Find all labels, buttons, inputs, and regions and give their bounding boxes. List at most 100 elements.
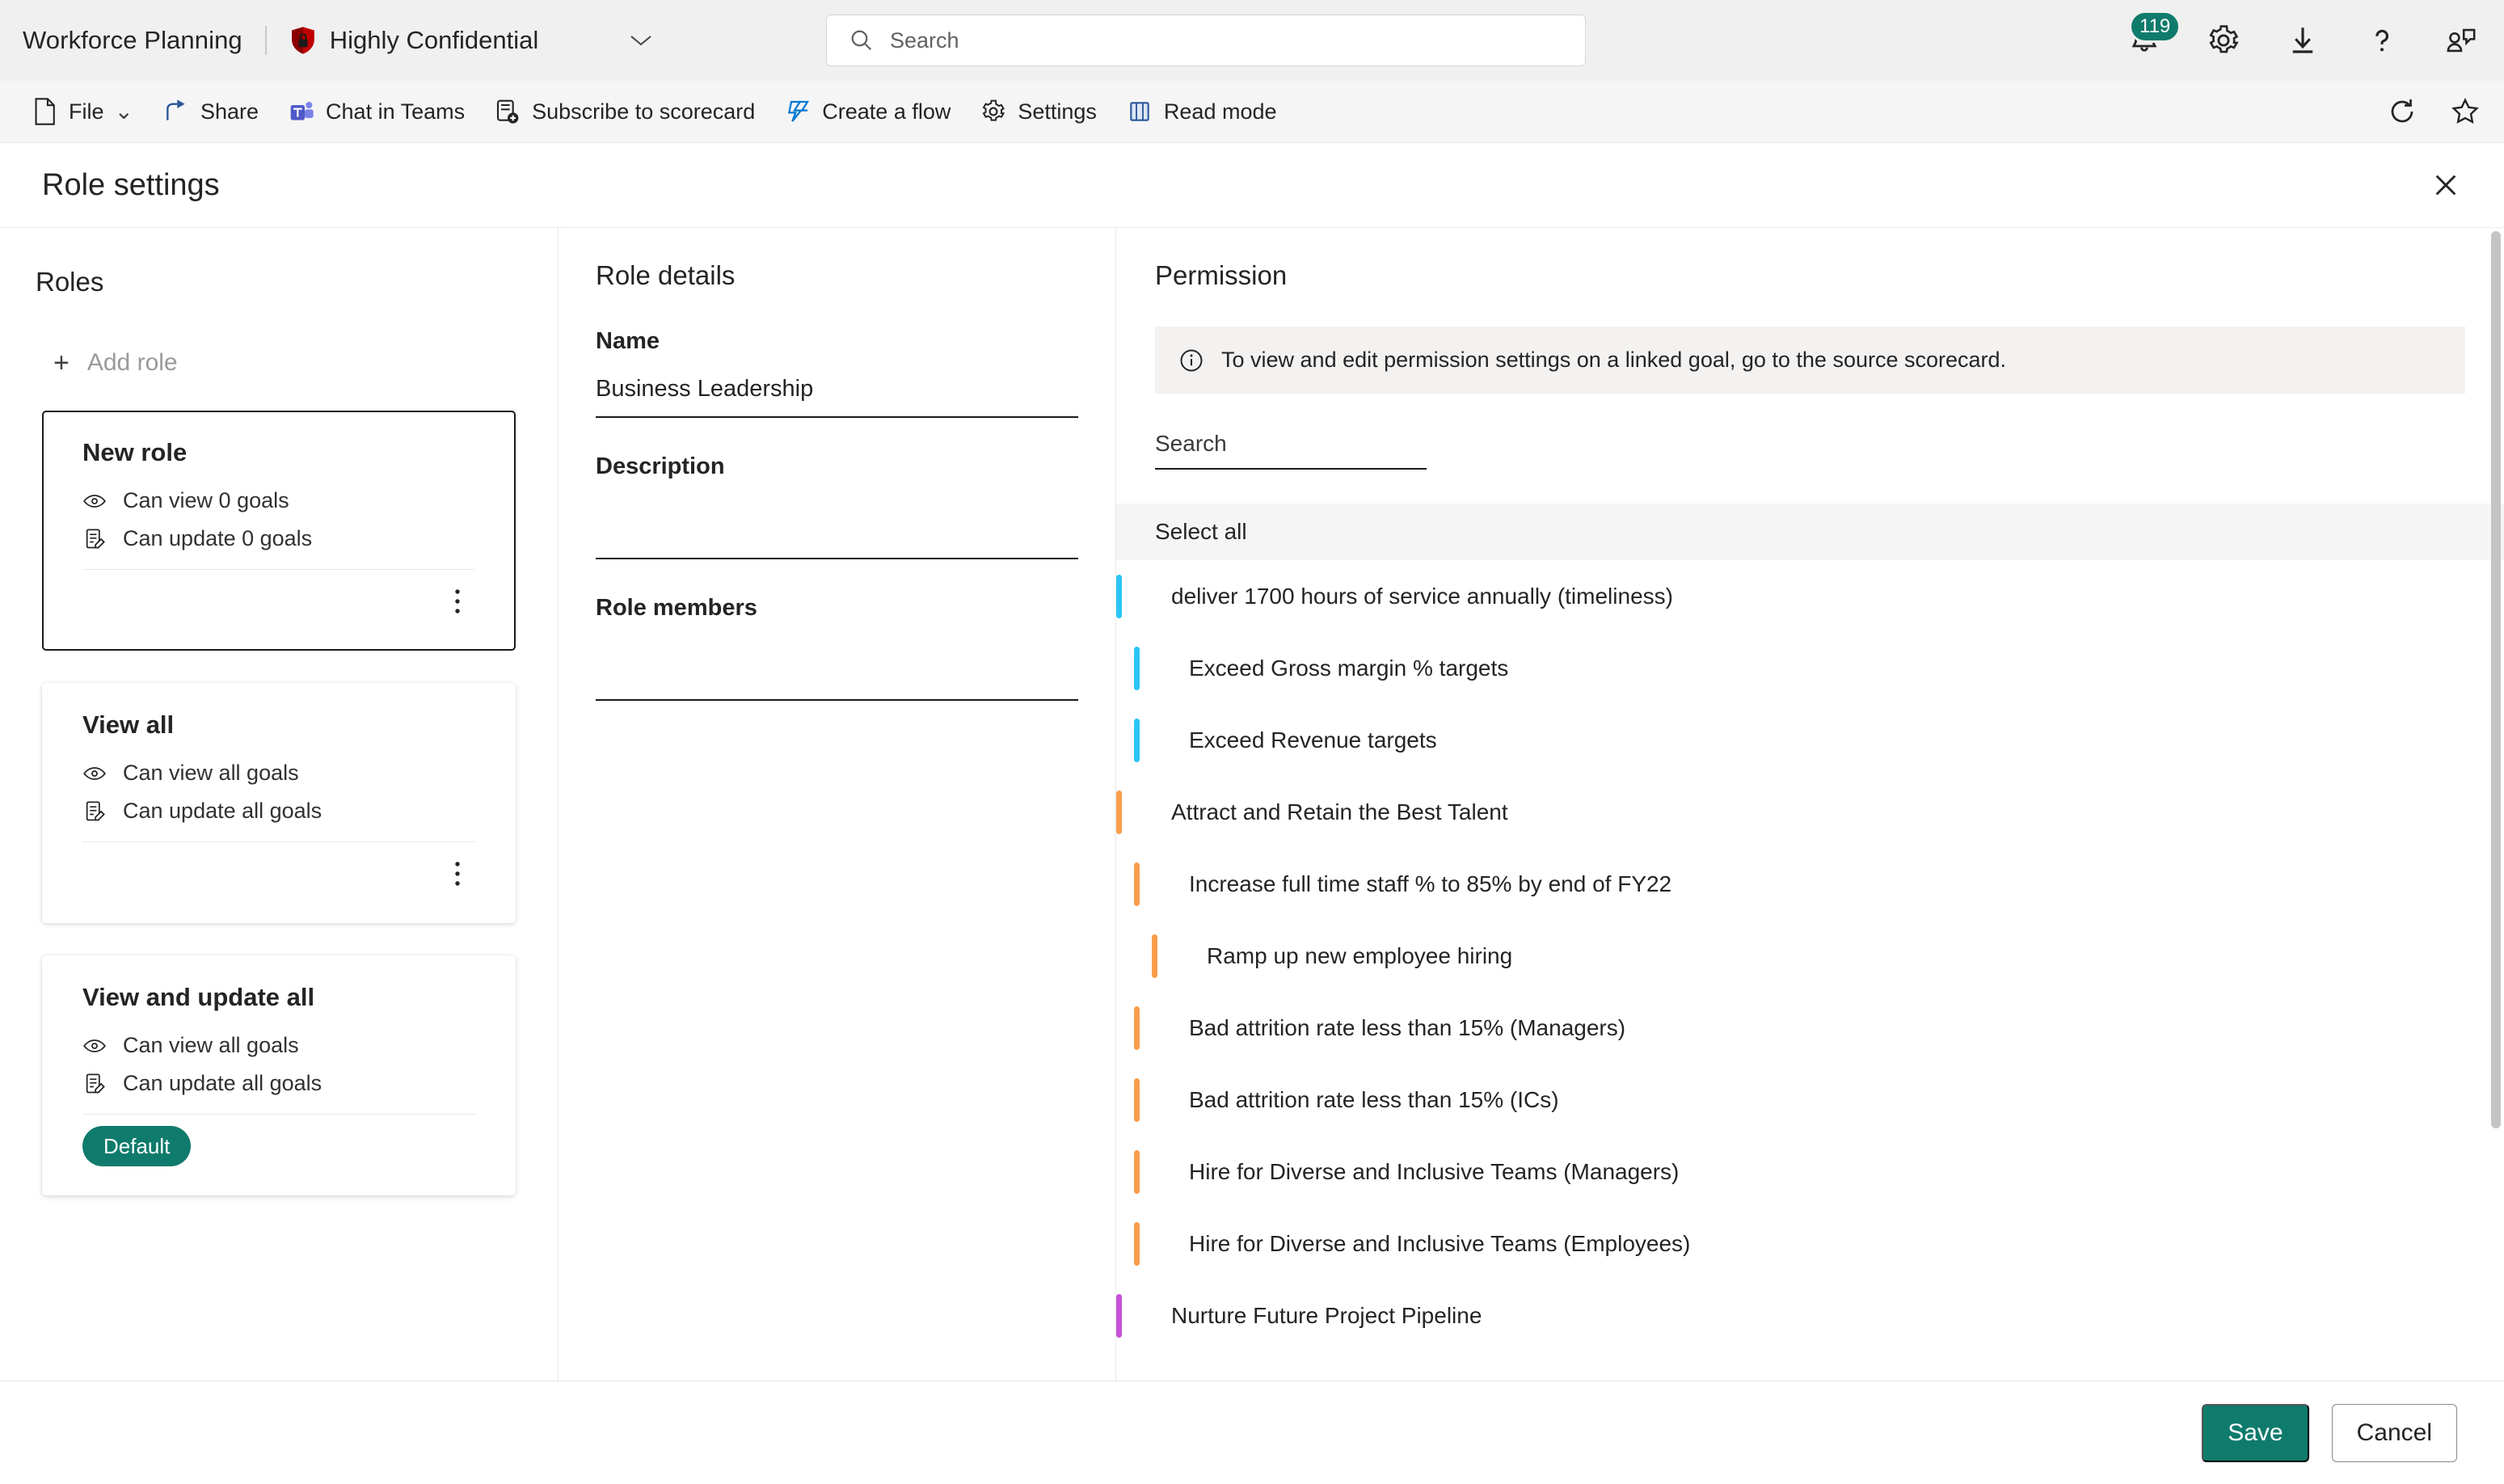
permission-info-banner: To view and edit permission settings on …	[1155, 327, 2465, 394]
select-all-row[interactable]: Select all	[1116, 504, 2504, 560]
gear-icon	[980, 98, 1007, 125]
role-card-new-role[interactable]: New role Can view 0 goals Can update 0 g…	[42, 411, 516, 651]
row-checkboxes	[1116, 1208, 2504, 1280]
top-bar-icons: 119	[2126, 0, 2480, 81]
row-checkboxes	[1116, 704, 2504, 776]
edit-note-icon	[82, 527, 107, 551]
global-search-box[interactable]: Search	[826, 15, 1586, 66]
gear-icon[interactable]	[2205, 22, 2242, 59]
role-card-view-text: Can view all goals	[123, 761, 299, 785]
permission-search-input[interactable]: Search	[1155, 431, 1427, 470]
favorite-star-icon[interactable]	[2451, 97, 2480, 126]
help-question-icon[interactable]	[2363, 22, 2401, 59]
app-title: Workforce Planning	[23, 26, 242, 54]
save-button[interactable]: Save	[2202, 1403, 2309, 1462]
feedback-person-icon[interactable]	[2443, 22, 2480, 59]
shield-lock-icon	[289, 26, 317, 55]
eye-icon	[82, 761, 107, 786]
document-icon	[31, 98, 58, 125]
chevron-down-icon[interactable]	[627, 27, 655, 54]
name-field[interactable]: Business Leadership	[596, 376, 1078, 418]
ribbon-label-share: Share	[200, 99, 259, 124]
ribbon-item-subscribe-to-scorecard[interactable]: Subscribe to scorecard	[481, 90, 768, 133]
role-card-title: New role	[82, 438, 188, 466]
role-card-update-line: Can update all goals	[82, 799, 475, 824]
edit-note-icon	[82, 799, 107, 824]
row-checkboxes	[1116, 776, 2504, 848]
table-row[interactable]: Bad attrition rate less than 15% (ICs)	[1116, 1064, 2504, 1136]
more-vertical-icon[interactable]	[440, 584, 475, 619]
role-members-label: Role members	[596, 595, 757, 621]
role-card-view-all[interactable]: View all Can view all goals Can update a…	[42, 683, 516, 923]
table-row[interactable]: Hire for Diverse and Inclusive Teams (Ma…	[1116, 1136, 2504, 1208]
notification-count-badge: 119	[2129, 11, 2182, 43]
role-card-footer	[82, 570, 475, 633]
role-card-footer: Default	[82, 1115, 475, 1178]
brand-area: Workforce Planning Highly Confidential	[23, 26, 655, 55]
table-row[interactable]: Exceed Gross margin % targets	[1116, 632, 2504, 704]
ribbon-item-read-mode[interactable]: Read mode	[1113, 90, 1290, 133]
ribbon-item-file[interactable]: File ⌄	[18, 90, 146, 133]
add-role-label: Add role	[86, 349, 178, 376]
role-card-update-text: Can update all goals	[123, 799, 322, 823]
dialog-body: Roles + Add role New role Can view 0 goa…	[0, 228, 2504, 1381]
role-card-update-line: Can update 0 goals	[82, 526, 475, 551]
scrollbar-thumb[interactable]	[2491, 231, 2501, 1128]
row-checkboxes	[1116, 560, 2504, 632]
add-role-button[interactable]: + Add role	[36, 343, 522, 377]
row-checkboxes	[1116, 1280, 2504, 1351]
role-members-field[interactable]	[596, 643, 1078, 701]
teams-icon	[288, 98, 315, 125]
role-card-view-text: Can view 0 goals	[123, 488, 289, 512]
table-row[interactable]: Ramp up new employee hiring	[1116, 920, 2504, 992]
global-search-placeholder: Search	[890, 27, 959, 53]
description-field[interactable]	[596, 501, 1078, 559]
role-card-footer	[82, 842, 475, 905]
role-details-heading: Role details	[596, 260, 736, 290]
roles-pane: Roles + Add role New role Can view 0 goa…	[0, 228, 558, 1381]
ribbon-right-icons	[2388, 97, 2480, 126]
status-badge: Default	[82, 1126, 192, 1166]
plus-icon: +	[53, 348, 70, 378]
table-row[interactable]: Increase full time staff % to 85% by end…	[1116, 848, 2504, 920]
eye-icon	[82, 1034, 107, 1058]
sensitivity-label-text: Highly Confidential	[329, 26, 539, 54]
permission-rows: Select all deliver 1700 hours of service …	[1116, 504, 2504, 1381]
permission-scrollbar[interactable]	[2491, 228, 2502, 1381]
read-mode-icon	[1126, 98, 1153, 125]
page-title: Role settings	[42, 167, 220, 202]
ribbon-item-settings[interactable]: Settings	[967, 90, 1110, 133]
row-checkboxes	[1116, 848, 2504, 920]
ribbon-item-create-a-flow[interactable]: Create a flow	[771, 90, 963, 133]
name-label: Name	[596, 328, 660, 354]
table-row[interactable]: Bad attrition rate less than 15% (Manage…	[1116, 992, 2504, 1064]
refresh-icon[interactable]	[2388, 97, 2417, 126]
table-row[interactable]: Exceed Revenue targets	[1116, 704, 2504, 776]
edit-note-icon	[82, 1072, 107, 1096]
permission-info-text: To view and edit permission settings on …	[1221, 348, 2007, 372]
table-row[interactable]: Hire for Diverse and Inclusive Teams (Em…	[1116, 1208, 2504, 1280]
role-card-view-line: Can view all goals	[82, 761, 475, 786]
table-row[interactable]: Attract and Retain the Best Talent	[1116, 776, 2504, 848]
roles-heading: Roles	[36, 267, 104, 297]
table-row[interactable]: Nurture Future Project Pipeline	[1116, 1280, 2504, 1351]
subscribe-icon	[494, 98, 521, 125]
sensitivity-label-button[interactable]: Highly Confidential	[289, 26, 538, 55]
table-row[interactable]: deliver 1700 hours of service annually (…	[1116, 560, 2504, 632]
role-card-view-and-update-all[interactable]: View and update all Can view all goals C…	[42, 955, 516, 1195]
ribbon-item-chat-in-teams[interactable]: Chat in Teams	[275, 90, 478, 133]
more-vertical-icon[interactable]	[440, 856, 475, 892]
close-icon[interactable]	[2423, 162, 2468, 208]
ribbon-label-settings: Settings	[1018, 99, 1097, 124]
cancel-button[interactable]: Cancel	[2331, 1403, 2457, 1462]
select-all-checkboxes	[1116, 504, 2504, 560]
search-icon	[849, 28, 874, 53]
role-card-view-line: Can view all goals	[82, 1033, 475, 1058]
notification-bell-icon[interactable]: 119	[2126, 11, 2182, 59]
ribbon-item-share[interactable]: Share	[150, 90, 272, 133]
eye-icon	[82, 489, 107, 513]
role-card-update-text: Can update all goals	[123, 1071, 322, 1095]
role-card-update-line: Can update all goals	[82, 1071, 475, 1096]
dialog-header: Role settings	[0, 143, 2504, 228]
download-icon[interactable]	[2284, 22, 2321, 59]
